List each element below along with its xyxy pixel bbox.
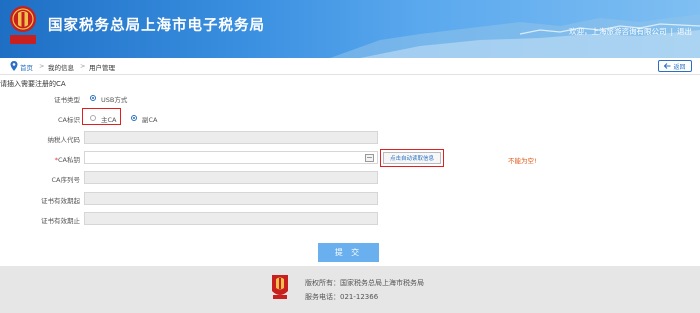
back-button[interactable]: 返回	[658, 60, 692, 72]
back-button-label: 返回	[673, 63, 686, 71]
insert-ca-notice: 请插入需要注册的CA	[0, 80, 66, 88]
header-welcome-area: 欢迎，上海旅游咨询有限公司 | 退出	[569, 26, 692, 37]
site-header: 国家税务总局上海市电子税务局 欢迎，上海旅游咨询有限公司 | 退出	[0, 0, 700, 58]
usb-option-label: USB方式	[101, 96, 128, 104]
required-error-text: 不能为空!	[508, 157, 537, 165]
sub-ca-radio[interactable]	[131, 115, 137, 121]
breadcrumb-separator: >	[39, 62, 45, 70]
breadcrumb: 首页 > 我的信息 > 用户管理 返回	[0, 58, 700, 75]
footer-phone: 服务电话：021-12366	[305, 293, 379, 301]
header-title: 国家税务总局上海市电子税务局	[48, 18, 265, 34]
ca-serial-label: CA序列号	[51, 176, 81, 184]
valid-from-label: 证书有效期起	[41, 197, 80, 205]
ca-password-label: *CA私钥	[0, 154, 80, 164]
back-arrow-icon	[664, 63, 671, 69]
breadcrumb-home[interactable]: 首页	[20, 62, 33, 72]
auto-read-info-button[interactable]: 点击自动读取信息	[383, 152, 441, 164]
location-pin-icon	[10, 61, 18, 71]
breadcrumb-my-info[interactable]: 我的信息	[48, 62, 74, 72]
main-ca-radio[interactable]	[90, 115, 96, 121]
valid-from-field[interactable]	[84, 192, 378, 205]
cert-type-label: 证书类型	[54, 96, 80, 104]
tax-emblem-logo	[10, 6, 36, 44]
ca-id-label: CA标识	[58, 116, 80, 124]
valid-to-field[interactable]	[84, 212, 378, 225]
breadcrumb-user-management: 用户管理	[89, 64, 115, 72]
submit-button[interactable]: 提 交	[318, 243, 379, 262]
keyboard-icon[interactable]	[365, 154, 374, 162]
header-separator: |	[670, 27, 673, 36]
taxpayer-code-field[interactable]	[84, 131, 378, 144]
site-footer: 版权所有：国家税务总局上海市税务局 服务电话：021-12366	[0, 266, 700, 313]
ca-password-field[interactable]	[84, 151, 378, 164]
taxpayer-code-label: 纳税人代码	[47, 136, 81, 144]
main-ca-label: 主CA	[101, 116, 117, 124]
welcome-text: 欢迎，上海旅游咨询有限公司	[568, 27, 667, 36]
usb-radio[interactable]	[90, 95, 96, 101]
tax-emblem-footer-icon	[272, 275, 288, 299]
ca-password-label-text: CA私钥	[58, 156, 80, 164]
ca-serial-field[interactable]	[84, 171, 378, 184]
breadcrumb-separator: >	[80, 62, 86, 70]
valid-to-label: 证书有效期止	[41, 217, 80, 225]
sub-ca-label: 副CA	[142, 116, 158, 124]
footer-copyright: 版权所有：国家税务总局上海市税务局	[305, 279, 424, 287]
exit-link[interactable]: 退出	[677, 27, 692, 36]
